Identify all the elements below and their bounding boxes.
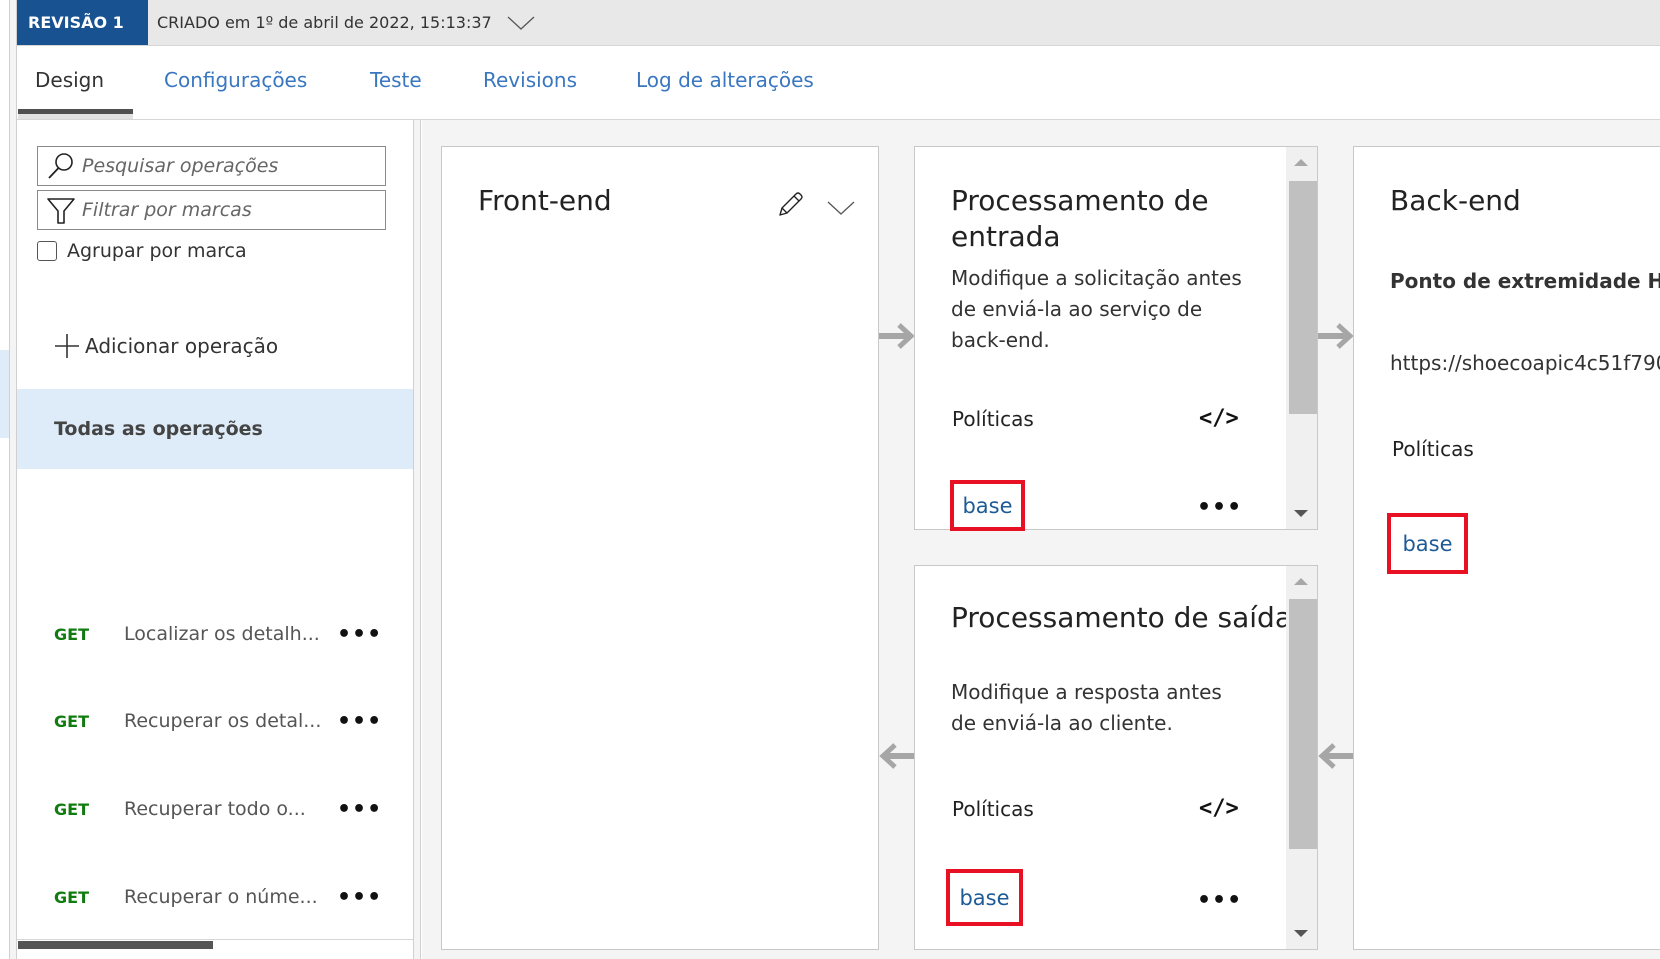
outbound-title: Processamento de saída bbox=[951, 601, 1292, 634]
operation-row[interactable]: GET Recuperar todo o... ••• bbox=[17, 779, 413, 839]
more-options-icon[interactable]: ••• bbox=[1197, 495, 1242, 520]
backend-endpoint-url[interactable]: https://shoecoapic4c51f790 bbox=[1390, 348, 1660, 379]
backend-title: Back-end bbox=[1390, 184, 1521, 217]
design-canvas: Front-end Processamento de entrada Modif… bbox=[422, 120, 1660, 959]
active-tab-indicator-shadow bbox=[18, 114, 133, 119]
outbound-processing-panel: Processamento de saída Modifique a respo… bbox=[914, 565, 1318, 950]
add-operation-label: Adicionar operação bbox=[85, 334, 279, 358]
frontend-title: Front-end bbox=[478, 184, 612, 217]
operation-row[interactable]: GET Localizar os detalh... ••• bbox=[17, 604, 413, 664]
tab-teste[interactable]: Teste bbox=[370, 68, 422, 92]
search-operations-box[interactable] bbox=[37, 146, 386, 186]
backend-panel: Back-end Ponto de extremidade HTTP https… bbox=[1353, 146, 1660, 950]
inbound-title-line2: entrada bbox=[951, 220, 1061, 253]
code-editor-icon[interactable]: </> bbox=[1199, 796, 1239, 821]
chevron-down-icon[interactable] bbox=[826, 199, 856, 217]
outbound-policies-label: Políticas bbox=[952, 797, 1034, 821]
scroll-up-icon[interactable] bbox=[1294, 159, 1308, 166]
backend-base-policy[interactable]: base bbox=[1387, 513, 1468, 574]
group-by-tag-checkbox[interactable] bbox=[37, 241, 57, 261]
inbound-description-line1: Modifique a solicitação antes bbox=[951, 266, 1242, 290]
filter-icon bbox=[47, 198, 75, 224]
inbound-description-line3: back-end. bbox=[951, 328, 1050, 352]
arrow-left-icon bbox=[879, 743, 915, 769]
scroll-down-icon[interactable] bbox=[1294, 510, 1308, 517]
revision-created-text: CRIADO em 1º de abril de 2022, 15:13:37 bbox=[157, 13, 492, 32]
tab-bar: Design Configurações Teste Revisions Log… bbox=[17, 46, 1660, 120]
search-operations-input[interactable] bbox=[82, 155, 372, 177]
scrollbar-thumb[interactable] bbox=[1289, 181, 1317, 414]
operation-name: Localizar os detalh... bbox=[124, 623, 320, 645]
tab-revisions[interactable]: Revisions bbox=[483, 68, 577, 92]
operation-row[interactable]: GET Recuperar os detal... ••• bbox=[17, 691, 413, 751]
operation-method: GET bbox=[54, 887, 89, 907]
tab-log-de-alteracoes[interactable]: Log de alterações bbox=[636, 68, 814, 92]
all-operations-item[interactable]: Todas as operações bbox=[17, 389, 413, 469]
inbound-vertical-scrollbar[interactable] bbox=[1286, 147, 1317, 529]
revision-badge: REVISÃO 1 bbox=[17, 0, 148, 45]
group-by-tag-row[interactable]: Agrupar por marca bbox=[37, 240, 247, 262]
more-options-icon[interactable]: ••• bbox=[337, 885, 382, 910]
tab-configuracoes[interactable]: Configurações bbox=[164, 68, 307, 92]
outbound-base-policy[interactable]: base bbox=[946, 869, 1023, 926]
chevron-down-icon[interactable] bbox=[506, 13, 536, 33]
arrow-left-icon bbox=[1318, 743, 1354, 769]
operation-method: GET bbox=[54, 624, 89, 644]
operation-name: Recuperar o núme... bbox=[124, 886, 318, 908]
arrow-right-icon bbox=[879, 323, 915, 349]
plus-icon bbox=[55, 334, 79, 358]
backend-endpoint-label: Ponto de extremidade HTTP bbox=[1390, 269, 1660, 293]
code-editor-icon[interactable]: </> bbox=[1199, 406, 1239, 431]
operation-row[interactable]: GET Recuperar o núme... ••• bbox=[17, 867, 413, 927]
sidebar-splitter[interactable] bbox=[414, 120, 421, 959]
tab-design[interactable]: Design bbox=[35, 68, 104, 92]
group-by-tag-label: Agrupar por marca bbox=[67, 240, 247, 262]
operation-method: GET bbox=[54, 711, 89, 731]
scrollbar-thumb[interactable] bbox=[1289, 599, 1317, 849]
inbound-policies-label: Políticas bbox=[952, 407, 1034, 431]
gutter-divider bbox=[9, 0, 17, 959]
filter-tags-box[interactable] bbox=[37, 190, 386, 230]
left-gutter bbox=[0, 0, 17, 959]
add-operation-button[interactable]: Adicionar operação bbox=[53, 332, 278, 360]
scroll-down-icon[interactable] bbox=[1294, 930, 1308, 937]
outbound-description-line1: Modifique a resposta antes bbox=[951, 680, 1222, 704]
scroll-up-icon[interactable] bbox=[1294, 578, 1308, 585]
pencil-icon[interactable] bbox=[776, 191, 804, 219]
outbound-description-line2: de enviá-la ao cliente. bbox=[951, 711, 1173, 735]
operation-name: Recuperar os detal... bbox=[124, 710, 322, 732]
operation-name: Recuperar todo o... bbox=[124, 798, 306, 820]
backend-policies-label: Políticas bbox=[1392, 437, 1474, 461]
more-options-icon[interactable]: ••• bbox=[337, 797, 382, 822]
revision-bar: REVISÃO 1 CRIADO em 1º de abril de 2022,… bbox=[17, 0, 1660, 46]
more-options-icon[interactable]: ••• bbox=[337, 622, 382, 647]
inbound-processing-panel: Processamento de entrada Modifique a sol… bbox=[914, 146, 1318, 531]
outbound-vertical-scrollbar[interactable] bbox=[1286, 566, 1317, 949]
filter-tags-input[interactable] bbox=[82, 199, 372, 221]
inbound-title-line1: Processamento de bbox=[951, 184, 1209, 217]
selection-sliver bbox=[0, 350, 9, 438]
more-options-icon[interactable]: ••• bbox=[1197, 888, 1242, 913]
more-options-icon[interactable]: ••• bbox=[337, 709, 382, 734]
inbound-description-line2: de enviá-la ao serviço de bbox=[951, 297, 1203, 321]
inbound-base-policy[interactable]: base bbox=[950, 480, 1025, 531]
horizontal-scrollbar-thumb[interactable] bbox=[18, 941, 213, 949]
operation-method: GET bbox=[54, 799, 89, 819]
frontend-panel: Front-end bbox=[441, 146, 879, 950]
operations-sidebar: Agrupar por marca Adicionar operação Tod… bbox=[17, 120, 414, 959]
arrow-right-icon bbox=[1318, 323, 1354, 349]
search-icon bbox=[48, 153, 73, 179]
